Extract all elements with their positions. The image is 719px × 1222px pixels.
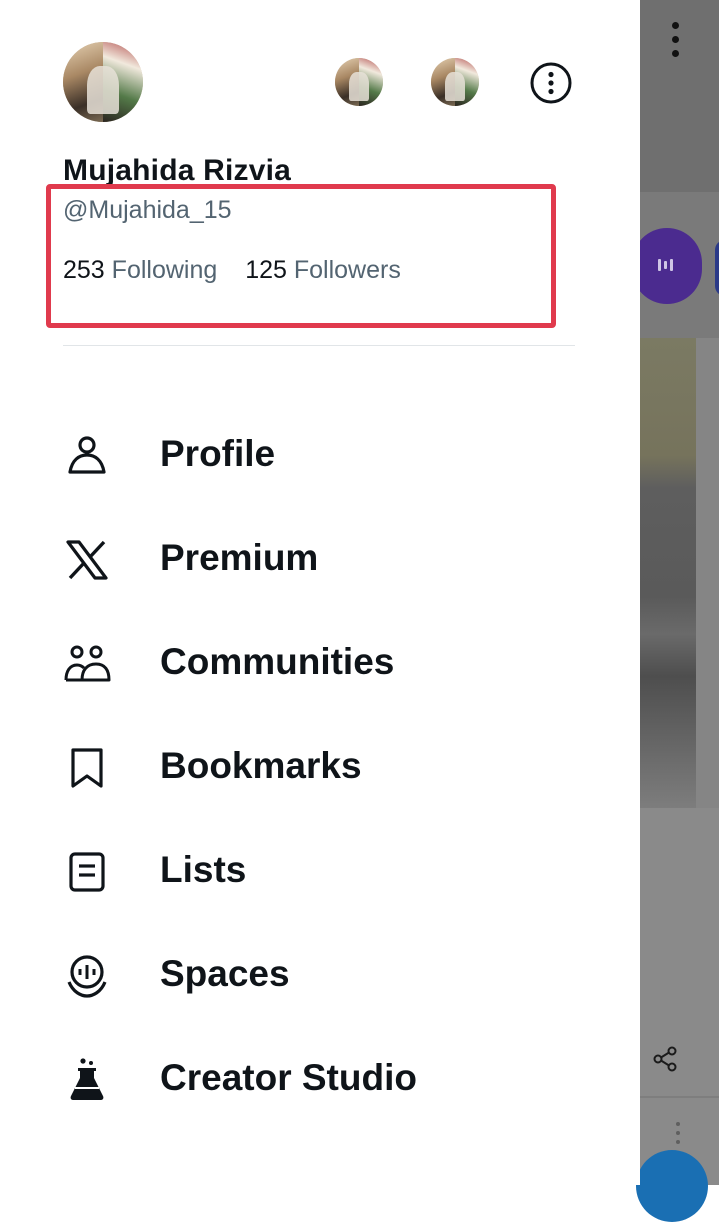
background-audio-icon <box>658 258 678 272</box>
background-vertical-dots-icon <box>676 1122 682 1149</box>
background-media <box>640 338 696 808</box>
communities-icon <box>64 645 111 682</box>
menu-item-label: Premium <box>160 537 319 578</box>
profile-name[interactable]: Mujahida Rizvia <box>63 154 291 188</box>
background-pill-partial <box>715 240 719 296</box>
bookmark-icon <box>71 748 103 788</box>
background-divider <box>640 1096 719 1098</box>
background-compose-button <box>636 1150 708 1222</box>
menu-item-label: Profile <box>160 433 276 474</box>
avatar-image-figure <box>87 66 119 114</box>
menu-item-creator-studio[interactable]: Creator Studio <box>0 1026 640 1130</box>
menu-item-communities[interactable]: Communities <box>0 610 640 714</box>
background-share-icon <box>653 1046 677 1072</box>
avatar-image-figure <box>349 72 369 102</box>
profile-avatar[interactable] <box>63 42 143 122</box>
navigation-drawer: Mujahida Rizvia @Mujahida_15 253 Followi… <box>0 0 640 1185</box>
spaces-icon <box>67 955 107 998</box>
background-media-side <box>696 338 719 808</box>
menu-item-premium[interactable]: Premium <box>0 506 640 610</box>
section-divider <box>63 345 575 346</box>
menu-item-label: Bookmarks <box>160 745 362 786</box>
account-switch-avatar-2[interactable] <box>431 58 479 106</box>
menu-item-label: Creator Studio <box>160 1057 417 1098</box>
background-more-icon <box>668 22 682 62</box>
creator-studio-flask-icon <box>70 1058 104 1100</box>
menu-item-label: Spaces <box>160 953 290 994</box>
x-logo-icon <box>66 540 108 580</box>
menu-item-profile[interactable]: Profile <box>0 402 640 506</box>
menu-item-label: Lists <box>160 849 247 890</box>
person-icon <box>68 436 106 474</box>
menu-item-label: Communities <box>160 641 395 682</box>
menu-item-spaces[interactable]: Spaces <box>0 922 640 1026</box>
list-icon <box>69 852 105 892</box>
account-switch-avatar-1[interactable] <box>335 58 383 106</box>
highlight-annotation-box <box>46 184 556 328</box>
menu-item-lists[interactable]: Lists <box>0 818 640 922</box>
more-options-icon[interactable] <box>529 61 573 105</box>
avatar-image-figure <box>445 72 465 102</box>
menu-item-bookmarks[interactable]: Bookmarks <box>0 714 640 818</box>
